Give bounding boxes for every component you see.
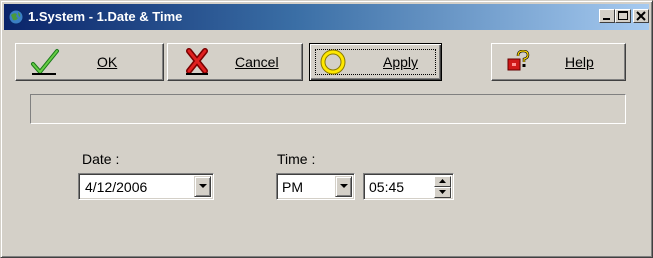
apply-label: Apply <box>383 54 419 70</box>
ampm-dropdown[interactable]: PM <box>276 173 355 200</box>
minimize-icon <box>603 18 610 20</box>
x-icon <box>184 48 210 81</box>
time-spin-down-button[interactable] <box>434 187 451 198</box>
ok-label: OK <box>97 54 118 70</box>
time-input[interactable]: 05:45 <box>363 173 454 200</box>
chevron-down-icon <box>439 190 446 194</box>
status-bar <box>30 94 626 124</box>
maximize-icon <box>618 11 628 20</box>
ok-button[interactable]: OK <box>15 43 164 81</box>
help-label: Help <box>565 54 594 70</box>
ampm-value: PM <box>282 179 303 195</box>
close-icon <box>636 11 646 21</box>
time-spin-up-button[interactable] <box>434 176 451 187</box>
minimize-button[interactable] <box>599 9 615 23</box>
date-dropdown-button[interactable] <box>194 176 211 197</box>
ring-icon <box>319 49 347 80</box>
cancel-button[interactable]: Cancel <box>167 43 303 81</box>
cancel-label: Cancel <box>235 54 279 70</box>
checkmark-icon <box>30 48 60 81</box>
maximize-button[interactable] <box>615 9 631 23</box>
window-title: 1.System - 1.Date & Time <box>28 9 183 24</box>
globe-icon <box>8 9 24 25</box>
ampm-dropdown-button[interactable] <box>335 176 352 197</box>
chevron-up-icon <box>439 179 446 183</box>
date-value: 4/12/2006 <box>85 179 148 195</box>
chevron-down-icon <box>199 184 207 188</box>
date-label: Date : <box>82 151 120 167</box>
time-value: 05:45 <box>369 179 405 195</box>
close-button[interactable] <box>633 9 649 23</box>
help-icon <box>506 49 532 79</box>
help-button[interactable]: Help <box>491 43 626 81</box>
date-dropdown[interactable]: 4/12/2006 <box>78 173 214 200</box>
apply-button[interactable]: Apply <box>309 43 442 81</box>
dialog-window: 1.System - 1.Date & Time OK Cancel Apply… <box>0 0 653 258</box>
time-label: Time : <box>277 151 316 167</box>
title-bar[interactable]: 1.System - 1.Date & Time <box>4 4 649 30</box>
chevron-down-icon <box>340 184 348 188</box>
